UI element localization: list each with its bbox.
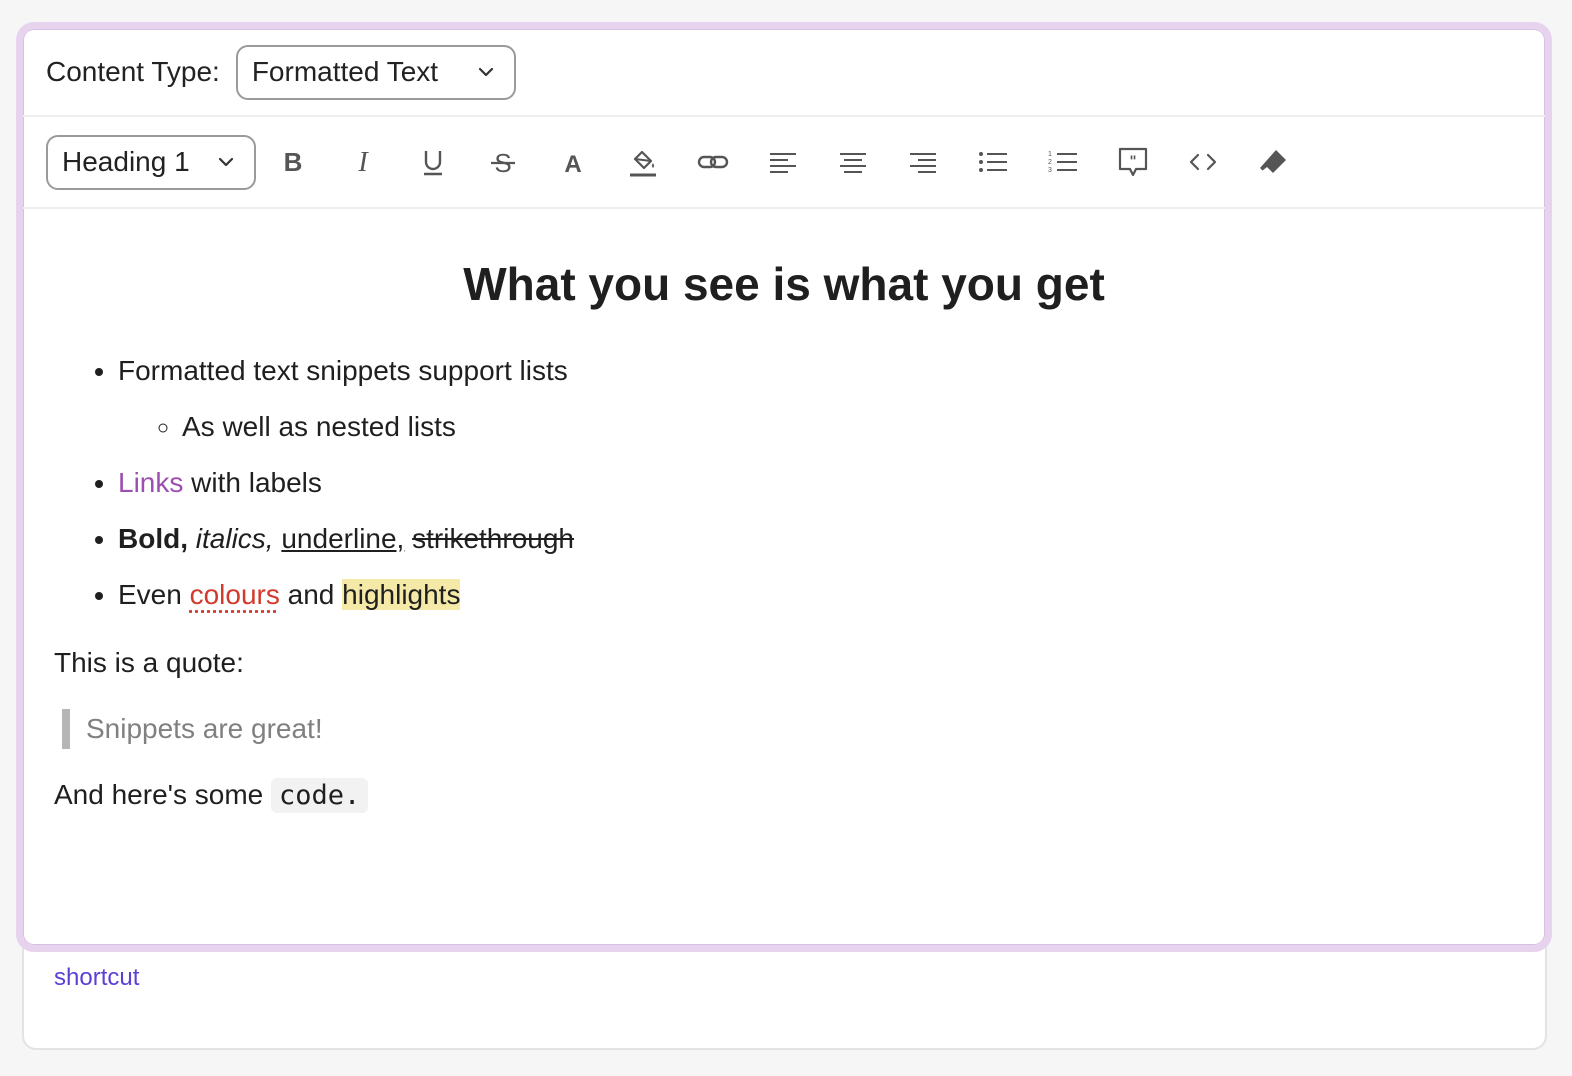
- nested-list-item-text: As well as nested lists: [182, 411, 456, 442]
- highlight-button[interactable]: [608, 127, 678, 197]
- nested-list: As well as nested lists: [118, 399, 1514, 455]
- svg-text:B: B: [284, 147, 303, 177]
- quote-intro-paragraph: This is a quote:: [54, 647, 244, 678]
- bold-button[interactable]: B: [258, 127, 328, 197]
- bullet-list: Formatted text snippets support lists As…: [54, 343, 1514, 623]
- document-heading: What you see is what you get: [463, 258, 1105, 310]
- content-type-select[interactable]: Formatted Text: [235, 44, 516, 100]
- strikethrough-text: strikethrough: [412, 523, 574, 554]
- list-item-text: with labels: [183, 467, 322, 498]
- align-right-button[interactable]: [888, 127, 958, 197]
- nested-list-item: As well as nested lists: [182, 399, 1514, 455]
- block-style-select[interactable]: Heading 1: [46, 134, 256, 190]
- formatted-text-editor[interactable]: Content Type: Formatted Text Heading 1 B…: [16, 22, 1552, 952]
- quote-icon: ": [1118, 147, 1148, 177]
- italic-button[interactable]: I: [328, 127, 398, 197]
- underline-text: underline,: [281, 523, 405, 554]
- list-item: Links with labels: [118, 455, 1514, 511]
- align-center-icon: [840, 153, 866, 173]
- bold-icon: B: [284, 147, 303, 177]
- bold-text: Bold,: [118, 523, 188, 554]
- text-color-icon: A: [564, 151, 581, 178]
- text-color-button[interactable]: A: [538, 127, 608, 197]
- svg-text:3: 3: [1048, 167, 1052, 174]
- inline-code: code.: [271, 778, 369, 813]
- align-center-button[interactable]: [818, 127, 888, 197]
- strikethrough-icon: S: [491, 148, 515, 178]
- svg-text:2: 2: [1048, 159, 1052, 166]
- align-left-icon: [770, 153, 796, 173]
- list-item: Formatted text snippets support lists As…: [118, 343, 1514, 455]
- align-left-button[interactable]: [748, 127, 818, 197]
- svg-text:1: 1: [1048, 151, 1052, 158]
- underline-button[interactable]: [398, 127, 468, 197]
- italic-text: italics,: [195, 523, 274, 554]
- bullet-list-button[interactable]: [958, 127, 1028, 197]
- highlighted-text: highlights: [342, 579, 461, 610]
- numbered-list-icon: 123: [1048, 151, 1077, 174]
- numbered-list-button[interactable]: 123: [1028, 127, 1098, 197]
- underline-icon: [424, 151, 442, 176]
- colored-text: colours: [189, 579, 280, 610]
- content-type-row: Content Type: Formatted Text: [23, 29, 1545, 117]
- paragraph-text: And here's some: [54, 779, 272, 810]
- clear-format-icon: [1260, 150, 1286, 173]
- shortcut-link[interactable]: shortcut: [54, 964, 139, 992]
- svg-text:A: A: [564, 151, 581, 178]
- blockquote: Snippets are great!: [62, 709, 1514, 749]
- align-right-icon: [910, 153, 936, 173]
- code-icon: [1189, 153, 1217, 171]
- chevron-down-icon: [218, 157, 234, 167]
- document-body[interactable]: What you see is what you get Formatted t…: [23, 209, 1545, 816]
- formatting-toolbar: Heading 1 B I S A 1 2 3 ": [23, 117, 1545, 209]
- list-item-text: Even: [118, 579, 190, 610]
- italic-icon: I: [357, 147, 369, 178]
- highlight-icon: [630, 150, 656, 177]
- svg-text:I: I: [357, 147, 369, 178]
- content-type-value: Formatted Text: [251, 56, 439, 87]
- block-style-value: Heading 1: [62, 146, 190, 177]
- list-item-text: and: [279, 579, 343, 610]
- code-paragraph: And here's some code.: [54, 775, 1514, 816]
- content-type-label: Content Type:: [46, 56, 220, 87]
- blockquote-button[interactable]: ": [1098, 127, 1168, 197]
- chevron-down-icon: [478, 67, 493, 77]
- list-item-text: Formatted text snippets support lists: [118, 355, 568, 386]
- list-item: Even colours and highlights: [118, 567, 1514, 623]
- link-text[interactable]: Links: [118, 467, 183, 498]
- bullet-list-icon: [979, 152, 1007, 172]
- list-item: Bold, italics, underline, strikethrough: [118, 511, 1514, 567]
- link-button[interactable]: [678, 127, 748, 197]
- strikethrough-button[interactable]: S: [468, 127, 538, 197]
- clear-format-button[interactable]: [1238, 127, 1308, 197]
- link-icon: [697, 155, 729, 169]
- code-button[interactable]: [1168, 127, 1238, 197]
- svg-text:": ": [1129, 154, 1136, 170]
